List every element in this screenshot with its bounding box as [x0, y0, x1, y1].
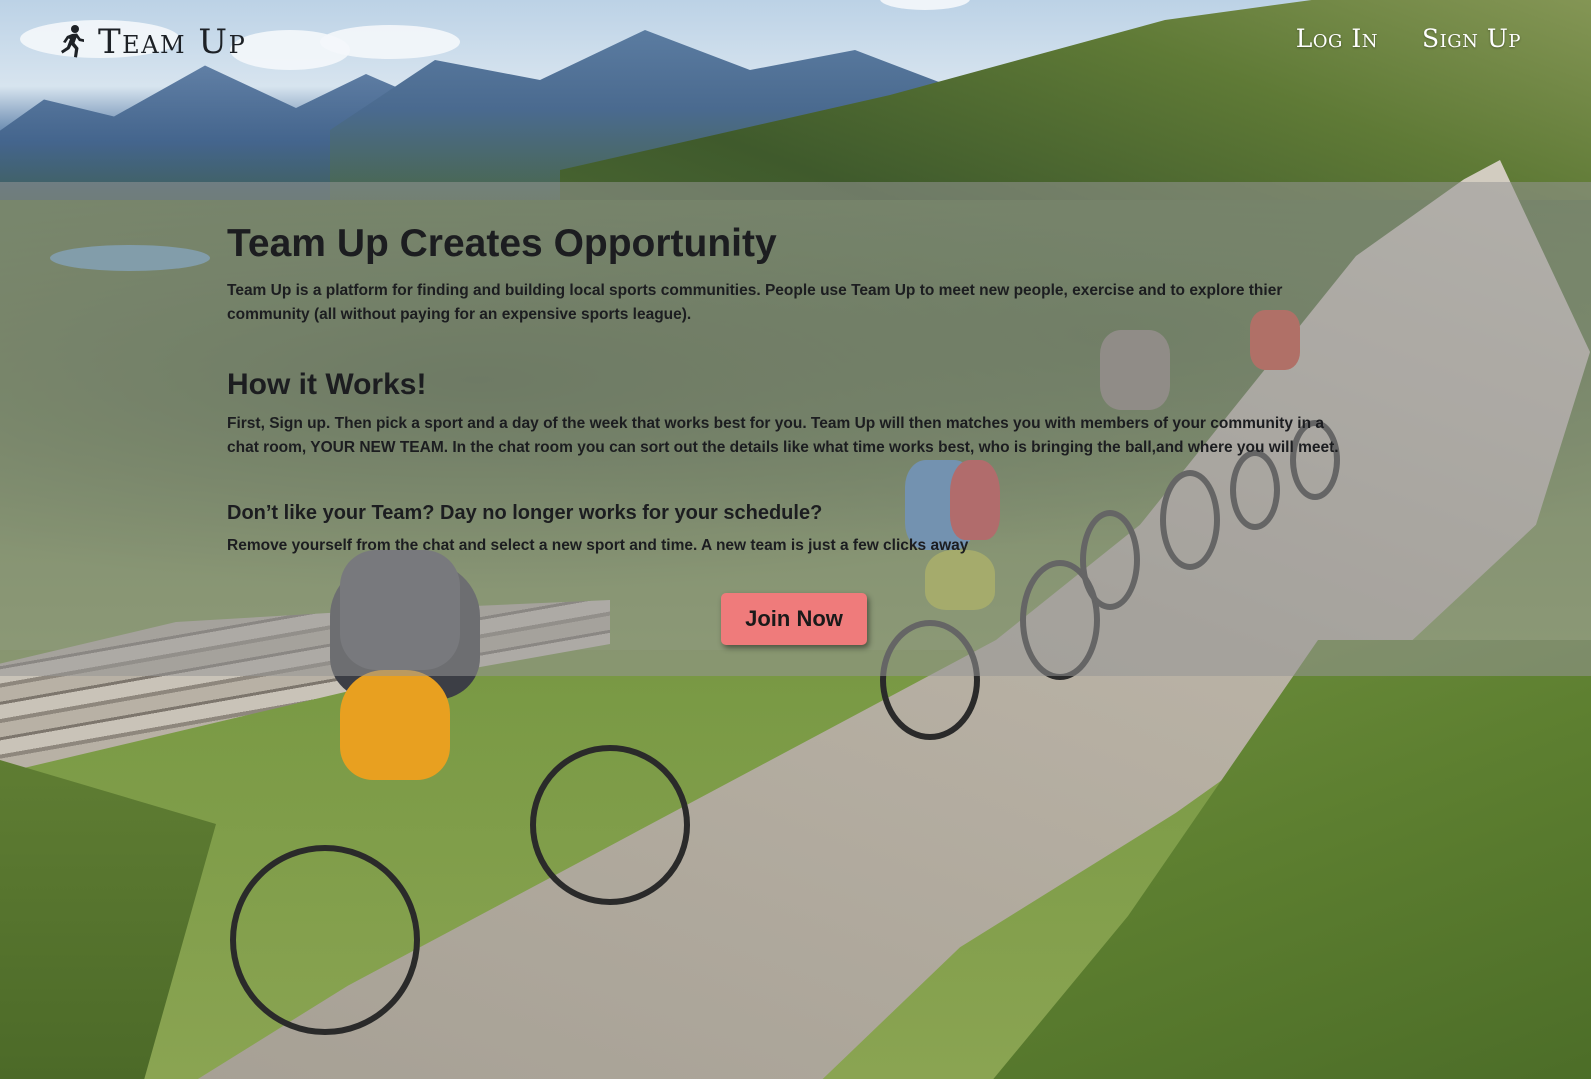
signup-link[interactable]: Sign Up: [1422, 24, 1521, 53]
change-team-paragraph: Remove yourself from the chat and select…: [227, 537, 969, 554]
page-title: Team Up Creates Opportunity: [227, 222, 777, 265]
change-team-heading: Don’t like your Team? Day no longer work…: [227, 502, 823, 524]
brand-name: Team Up: [98, 22, 247, 62]
brand-logo[interactable]: Team Up: [56, 22, 246, 62]
running-person-icon: [61, 25, 84, 58]
intro-paragraph: Team Up is a platform for finding and bu…: [227, 282, 1283, 323]
login-link[interactable]: Log In: [1296, 24, 1378, 53]
how-it-works-paragraph: First, Sign up. Then pick a sport and a …: [227, 415, 1339, 456]
join-now-button[interactable]: Join Now: [721, 593, 867, 645]
site-header: Team Up Log In Sign Up: [0, 0, 1591, 86]
top-nav: Log In Sign Up: [1296, 24, 1521, 53]
how-it-works-heading: How it Works!: [227, 368, 427, 401]
